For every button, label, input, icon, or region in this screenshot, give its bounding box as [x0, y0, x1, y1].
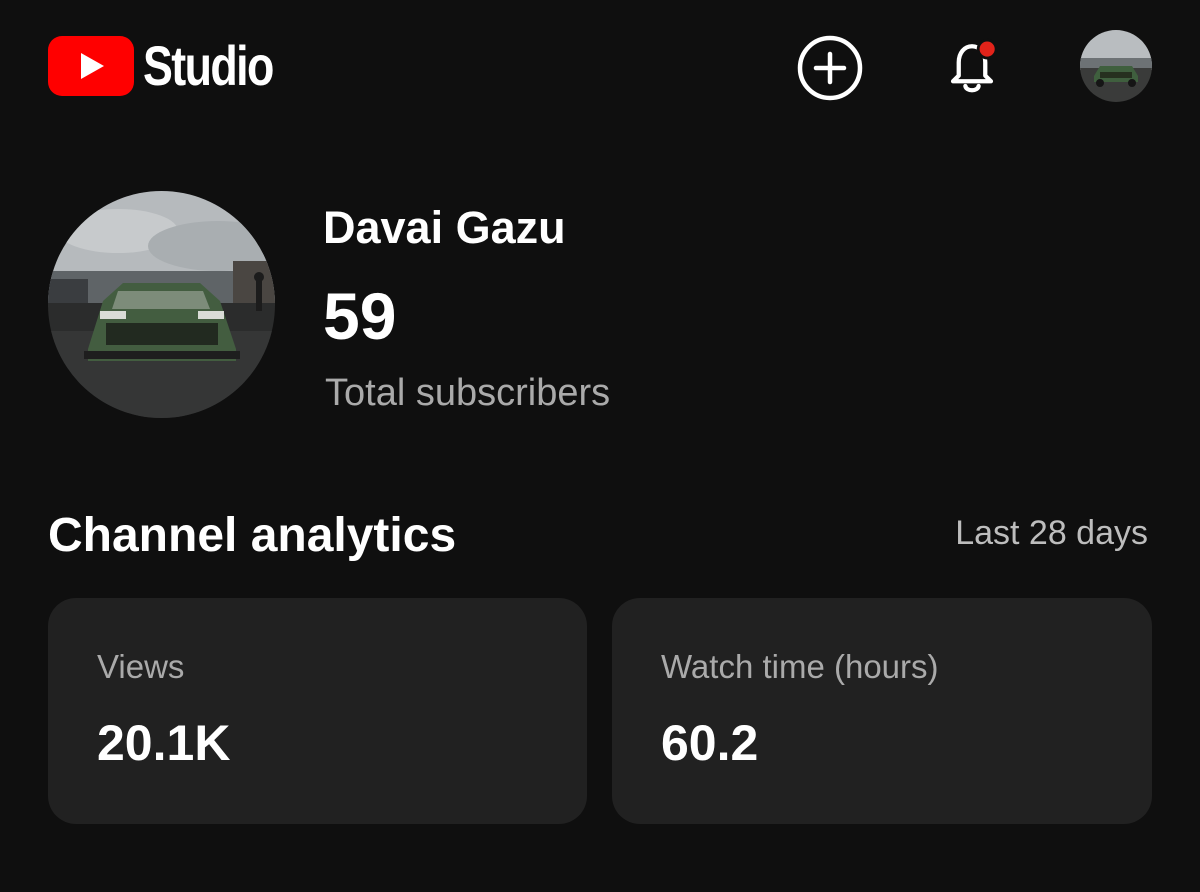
views-label: Views	[97, 648, 185, 685]
notification-dot	[979, 41, 995, 57]
car-photo	[48, 191, 275, 418]
subscriber-count: 59	[323, 279, 397, 353]
car-photo-thumbnail	[1080, 30, 1152, 102]
app-header: Studio	[0, 0, 1200, 140]
account-avatar[interactable]	[1080, 30, 1152, 102]
create-plus-icon	[797, 35, 863, 101]
watch-time-value: 60.2	[661, 715, 759, 771]
watch-time-label: Watch time (hours)	[661, 648, 939, 685]
notifications-bell-icon	[950, 38, 998, 93]
studio-dashboard: Studio Davai Gazu 59 Total subscribers C…	[0, 0, 1200, 892]
channel-avatar[interactable]	[48, 191, 275, 418]
subscriber-label: Total subscribers	[325, 372, 611, 414]
studio-logo[interactable]: Studio	[48, 36, 305, 96]
notifications-button[interactable]	[936, 32, 1008, 104]
analytics-period: Last 28 days	[955, 514, 1148, 552]
channel-name: Davai Gazu	[323, 202, 566, 253]
watch-time-card[interactable]: Watch time (hours) 60.2	[612, 598, 1152, 824]
youtube-logo-icon	[48, 36, 134, 96]
create-button[interactable]	[794, 32, 866, 104]
views-value: 20.1K	[97, 715, 231, 771]
analytics-title: Channel analytics	[48, 509, 457, 562]
views-card[interactable]: Views 20.1K	[48, 598, 587, 824]
studio-wordmark: Studio	[143, 34, 274, 97]
